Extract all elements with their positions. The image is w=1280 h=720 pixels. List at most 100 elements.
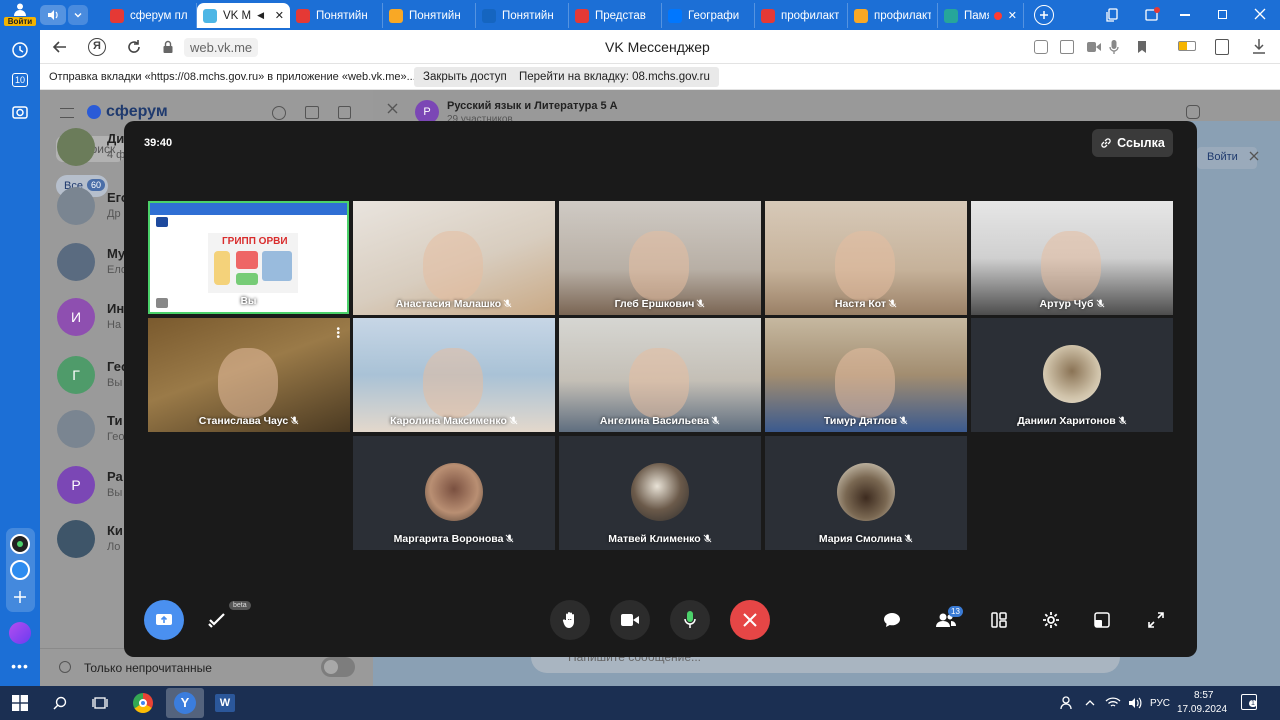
yandex-browser-app[interactable]: Y	[166, 688, 204, 718]
browser-tab[interactable]: Памя ✕	[938, 3, 1024, 28]
chat-preview: Гео	[107, 431, 125, 443]
language-indicator[interactable]: РУС	[1150, 698, 1170, 709]
video-icon[interactable]	[1087, 42, 1101, 52]
screen-share-button[interactable]	[144, 600, 184, 640]
effects-button[interactable]	[205, 608, 229, 632]
alice-app-button[interactable]	[8, 532, 32, 556]
browser-tab[interactable]: профилакт	[755, 3, 848, 28]
word-app[interactable]: W	[210, 690, 240, 716]
add-app-button[interactable]	[8, 585, 32, 609]
window-minimize-button[interactable]	[1180, 14, 1190, 16]
audio-tab-button[interactable]	[40, 5, 66, 25]
participant-name: Анастасия Малашко	[353, 298, 555, 310]
browser-tab[interactable]: Понятийн	[383, 3, 476, 28]
minimize-call-button[interactable]	[1090, 608, 1114, 632]
new-tab-button[interactable]	[1034, 5, 1054, 25]
close-tab-icon[interactable]: ✕	[1008, 9, 1017, 22]
close-chat-icon[interactable]	[387, 103, 398, 114]
menu-icon[interactable]	[60, 108, 74, 118]
reader-icon[interactable]	[1215, 39, 1229, 55]
participant-tile[interactable]: Станислава Чаус • • •	[148, 318, 350, 432]
participant-tile[interactable]: Тимур Дятлов	[765, 318, 967, 432]
unread-filter-label: Только непрочитанные	[84, 661, 212, 675]
microphone-button[interactable]	[670, 600, 710, 640]
translate-icon[interactable]	[1034, 40, 1048, 54]
chrome-icon	[133, 693, 153, 713]
browser-tab[interactable]: Понятийн	[290, 3, 383, 28]
tabs-count-button[interactable]: 10	[8, 68, 32, 92]
more-options-icon[interactable]: • • •	[336, 325, 340, 343]
notification-center-button[interactable]: 1	[1241, 694, 1257, 710]
self-tile[interactable]: ГРИПП ОРВИ Вы	[148, 201, 349, 314]
join-call-button[interactable]: Войти	[1197, 147, 1257, 169]
close-access-button[interactable]: Закрыть доступ	[414, 67, 516, 87]
layout-button[interactable]	[987, 608, 1011, 632]
new-call-icon[interactable]	[272, 106, 286, 120]
browser-tab[interactable]: Понятийн	[476, 3, 569, 28]
browser-tab[interactable]: сферум пл	[104, 3, 197, 28]
tabs-dropdown-button[interactable]	[68, 5, 88, 25]
history-button[interactable]	[8, 38, 32, 62]
back-button[interactable]	[52, 39, 68, 55]
raise-hand-button[interactable]	[550, 600, 590, 640]
screenshot-button[interactable]	[8, 100, 32, 124]
participant-name: Матвей Клименко	[559, 533, 761, 545]
browser-tab[interactable]: Представ	[569, 3, 662, 28]
profile-button[interactable]: Войти	[4, 1, 36, 29]
task-view-button[interactable]	[85, 690, 115, 716]
participant-tile[interactable]: Мария Смолина	[765, 436, 967, 550]
browser-tab[interactable]: Географи	[662, 3, 755, 28]
bookmark-icon[interactable]	[1137, 40, 1147, 54]
fullscreen-button[interactable]	[1144, 608, 1168, 632]
cast-icon[interactable]	[1060, 40, 1074, 54]
reload-button[interactable]	[126, 39, 142, 55]
copy-link-button[interactable]: Ссылка	[1092, 129, 1173, 157]
participant-tile[interactable]: Ангелина Васильева	[559, 318, 761, 432]
settings-button[interactable]	[1039, 608, 1063, 632]
browser-tab[interactable]: профилакт	[848, 3, 938, 28]
participant-tile[interactable]: Маргарита Воронова	[353, 436, 555, 550]
url-field[interactable]: web.vk.me	[184, 38, 259, 57]
clock-time[interactable]: 8:57	[1194, 690, 1213, 701]
collections-button[interactable]	[1106, 8, 1120, 22]
participant-tile[interactable]: Анастасия Малашко	[353, 201, 555, 315]
messenger-app-button[interactable]	[8, 558, 32, 582]
hang-up-button[interactable]	[730, 600, 770, 640]
phone-icon[interactable]	[1186, 105, 1200, 119]
microphone-icon[interactable]	[1109, 40, 1119, 54]
download-icon[interactable]	[1252, 38, 1266, 54]
compose-icon[interactable]	[338, 106, 351, 119]
chrome-app[interactable]	[128, 690, 158, 716]
beta-badge: beta	[229, 601, 251, 610]
participant-tile[interactable]: Матвей Клименко	[559, 436, 761, 550]
close-tab-icon[interactable]: ✕	[275, 9, 284, 22]
notifications-button[interactable]	[1144, 7, 1160, 23]
participant-tile[interactable]: Каролина Максименко	[353, 318, 555, 432]
dismiss-banner-icon[interactable]	[1249, 151, 1259, 161]
volume-icon[interactable]	[1120, 690, 1150, 716]
alice-icon	[9, 622, 31, 644]
chat-button[interactable]	[880, 608, 904, 632]
chat-title[interactable]: Русский язык и Литература 5 А	[447, 100, 618, 112]
archive-icon[interactable]	[305, 106, 319, 119]
participant-tile[interactable]: Артур Чуб	[971, 201, 1173, 315]
unread-toggle[interactable]	[321, 657, 355, 677]
window-restore-button[interactable]	[1218, 10, 1227, 19]
goto-tab-button[interactable]: Перейти на вкладку: 08.mchs.gov.ru	[510, 67, 719, 87]
participant-name-text: Каролина Максименко	[390, 415, 507, 427]
browser-tab[interactable]: VK M ◀ ✕	[197, 3, 290, 28]
more-icon[interactable]: •••	[8, 654, 32, 678]
toggle-icon	[10, 534, 30, 554]
participant-name-text: Ангелина Васильева	[599, 415, 710, 427]
window-close-button[interactable]	[1254, 8, 1266, 20]
camera-button[interactable]	[610, 600, 650, 640]
participant-tile[interactable]: Настя Кот	[765, 201, 967, 315]
clock-date[interactable]: 17.09.2024	[1177, 704, 1227, 715]
participant-tile[interactable]: Глеб Ершкович	[559, 201, 761, 315]
start-button[interactable]	[5, 690, 35, 716]
yandex-home-button[interactable]: Я	[88, 38, 106, 56]
participant-tile[interactable]: Даниил Харитонов	[971, 318, 1173, 432]
alice-assistant-button[interactable]	[8, 621, 32, 645]
battery-icon[interactable]	[1178, 41, 1196, 51]
search-button[interactable]	[45, 690, 75, 716]
